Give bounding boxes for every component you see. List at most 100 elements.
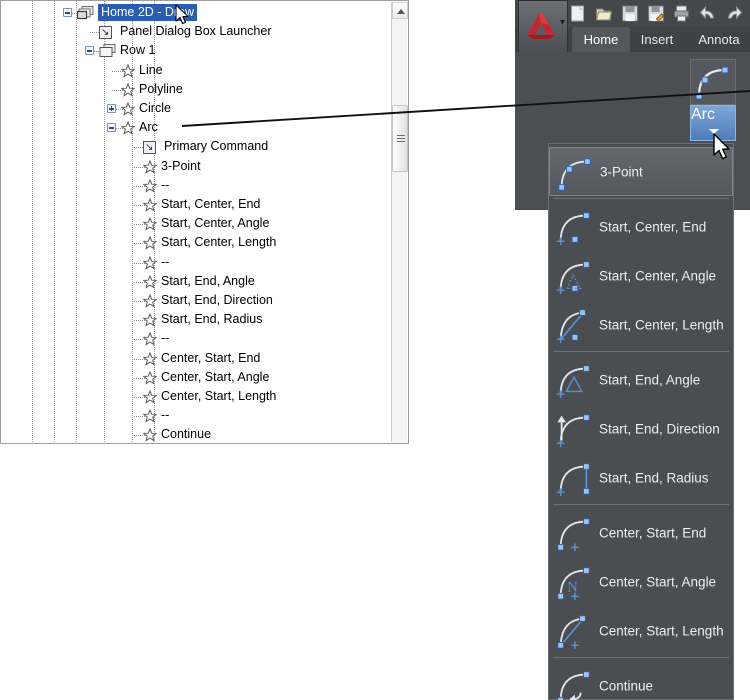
tree-node-label: Row 1 xyxy=(120,43,156,58)
tree-node[interactable]: Primary Command xyxy=(1,137,393,157)
tree-node-label: Continue xyxy=(161,427,212,442)
menu-item-start-center-end[interactable]: Start, Center, End xyxy=(549,202,733,251)
cui-tree-panel[interactable]: Home 2D - Draw Panel Dialog Box Launcher R… xyxy=(0,0,409,444)
scrollbar-thumb[interactable] xyxy=(392,105,408,172)
menu-item-start-center-angle[interactable]: Start, Center, Angle xyxy=(549,251,733,300)
ribbon-button-arc-label: Arc xyxy=(691,106,715,123)
new-icon[interactable] xyxy=(569,5,587,22)
mouse-cursor-tree xyxy=(175,4,189,25)
star-icon xyxy=(121,102,135,116)
menu-item-center-start-angle[interactable]: N Center, Start, Angle xyxy=(549,557,733,606)
star-icon xyxy=(121,121,135,135)
arc-start-end-radius-icon xyxy=(553,458,595,498)
arc-glyph-icon xyxy=(695,66,729,100)
tree-node[interactable]: Center, Start, Length xyxy=(1,387,393,406)
open-icon[interactable] xyxy=(595,5,613,22)
tree-node[interactable]: Polyline xyxy=(1,80,393,99)
tab-label: Annota xyxy=(698,32,740,47)
arc-continue-icon xyxy=(553,666,595,700)
menu-item-start-end-radius[interactable]: Start, End, Radius xyxy=(549,453,733,502)
arc-dropdown-menu[interactable]: 3-Point Start, Center, End Start, Center, … xyxy=(548,143,734,700)
ribbon-arc-icon-tile[interactable] xyxy=(690,59,736,105)
tree-node[interactable]: Panel Dialog Box Launcher xyxy=(1,22,393,42)
menu-item-start-center-length[interactable]: Start, Center, Length xyxy=(549,300,733,349)
ribbon-tab-bar[interactable]: Home Insert Annota xyxy=(572,27,750,52)
application-menu-button[interactable] xyxy=(518,0,568,54)
arc-start-center-angle-icon xyxy=(553,256,595,296)
menu-item-center-start-end[interactable]: Center, Start, End xyxy=(549,508,733,557)
tab-label: Insert xyxy=(640,32,674,47)
menu-item-label: Start, Center, Length xyxy=(599,317,724,332)
tree-node[interactable]: Start, End, Radius xyxy=(1,310,393,329)
panel-icon xyxy=(76,5,94,20)
tree-node[interactable]: Arc xyxy=(1,118,393,137)
tree-node-label: -- xyxy=(161,177,170,192)
tree-node[interactable]: Center, Start, End xyxy=(1,349,393,368)
collapse-node-icon[interactable] xyxy=(85,46,94,56)
tree-node-label: Center, Start, Length xyxy=(161,389,277,403)
menu-item-continue[interactable]: Continue xyxy=(549,661,733,700)
tree-node[interactable]: 3-Point xyxy=(1,157,393,176)
star-icon xyxy=(121,82,135,97)
star-icon xyxy=(143,274,157,289)
menu-item-3-point[interactable]: 3-Point xyxy=(549,147,733,196)
tree-node-label: -- xyxy=(161,254,170,269)
tree-vertical-scrollbar[interactable] xyxy=(391,2,408,442)
tab-insert[interactable]: Insert xyxy=(630,27,684,52)
tree-node-label: Start, End, Direction xyxy=(161,293,273,307)
print-icon[interactable] xyxy=(673,5,691,22)
menu-item-label: Center, Start, End xyxy=(599,525,707,540)
tab-home[interactable]: Home xyxy=(572,27,630,52)
tree-node[interactable]: Home 2D - Draw xyxy=(1,3,393,22)
tree-node[interactable]: Start, Center, Angle xyxy=(1,214,393,233)
tree-node[interactable]: Start, End, Direction xyxy=(1,291,393,310)
mouse-cursor-ribbon xyxy=(713,133,730,160)
scroll-up-arrow-icon[interactable] xyxy=(392,2,408,19)
tree-node[interactable]: Row 1 xyxy=(1,41,393,60)
autocad-logo-icon xyxy=(527,14,565,39)
tree-node-label: Primary Command xyxy=(164,139,269,154)
menu-separator xyxy=(553,198,729,199)
tree-node-label: -- xyxy=(161,408,170,423)
menu-item-start-end-direction[interactable]: Start, End, Direction xyxy=(549,404,733,453)
menu-separator xyxy=(553,504,729,505)
star-icon xyxy=(143,390,157,404)
save-icon[interactable] xyxy=(621,5,639,22)
tree-node[interactable]: Circle xyxy=(1,99,393,118)
tree-node-label: Center, Start, Angle xyxy=(161,369,270,384)
tree-node[interactable]: -- xyxy=(1,176,393,195)
svg-text:N: N xyxy=(567,580,577,596)
star-icon xyxy=(143,332,157,347)
tree-node[interactable]: Center, Start, Angle xyxy=(1,368,393,387)
star-icon xyxy=(143,198,157,212)
star-icon xyxy=(143,351,157,366)
menu-item-label: Start, End, Radius xyxy=(599,470,709,485)
arc-start-center-length-icon xyxy=(553,305,595,345)
tree-node[interactable]: Continue xyxy=(1,425,393,443)
tree-node-label: Circle xyxy=(139,101,171,115)
tree-node[interactable]: Start, Center, End xyxy=(1,195,393,214)
dialog-launcher-icon xyxy=(99,23,112,42)
tab-annota[interactable]: Annota xyxy=(684,27,750,52)
expand-node-icon[interactable] xyxy=(107,104,116,113)
collapse-node-icon[interactable] xyxy=(63,8,72,17)
tree-node[interactable]: Line xyxy=(1,61,393,80)
collapse-node-icon[interactable] xyxy=(107,123,116,133)
star-icon xyxy=(143,428,157,443)
menu-item-label: Start, Center, End xyxy=(599,219,707,234)
star-icon xyxy=(143,255,157,270)
menu-separator xyxy=(553,657,729,658)
star-icon xyxy=(143,409,157,423)
tree-node[interactable]: -- xyxy=(1,406,393,425)
undo-icon[interactable] xyxy=(699,5,717,22)
tree-node-label: Start, End, Angle xyxy=(161,273,255,288)
tree-node[interactable]: -- xyxy=(1,329,393,348)
menu-item-center-start-length[interactable]: Center, Start, Length xyxy=(549,606,733,655)
redo-icon[interactable] xyxy=(725,5,743,22)
tree-node[interactable]: -- xyxy=(1,253,393,272)
menu-item-start-end-angle[interactable]: Start, End, Angle xyxy=(549,355,733,404)
tree-node[interactable]: Start, Center, Length xyxy=(1,233,393,252)
tree-node[interactable]: Start, End, Angle xyxy=(1,272,393,291)
screenshot-root: Home 2D - Draw Panel Dialog Box Launcher R… xyxy=(0,0,750,700)
save-as-icon[interactable] xyxy=(647,5,665,22)
